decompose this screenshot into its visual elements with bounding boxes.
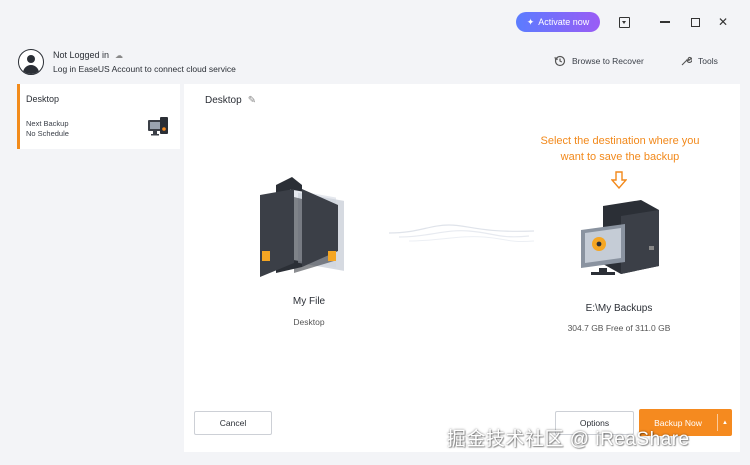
browse-to-recover-label: Browse to Recover	[572, 56, 644, 66]
destination-hint: Select the destination where you want to…	[520, 133, 720, 165]
close-button[interactable]: ✕	[714, 13, 732, 31]
watermark: 掘金技术社区 @ iReaShare	[447, 429, 690, 450]
close-icon: ✕	[717, 15, 729, 29]
sidebar-item-title: Desktop	[26, 94, 60, 104]
sidebar: Desktop Next Backup No Schedule	[14, 84, 180, 452]
maximize-icon	[690, 17, 700, 27]
destination-name: E:\My Backups	[585, 303, 653, 314]
browse-to-recover-button[interactable]: Browse to Recover	[554, 55, 644, 67]
minimize-button[interactable]	[656, 13, 674, 31]
backup-title[interactable]: Desktop ✎	[205, 95, 256, 106]
destination-hint-line2: want to save the backup	[560, 151, 680, 163]
sidebar-item-schedule: No Schedule	[26, 129, 69, 138]
activate-now-label: Activate now	[538, 17, 590, 27]
sidebar-item-next-backup: Next Backup	[26, 119, 69, 128]
account-title: Not Logged in	[53, 50, 110, 60]
edit-icon[interactable]: ✎	[248, 95, 256, 106]
computer-icon	[148, 117, 168, 136]
menu-dropdown-button[interactable]	[615, 13, 633, 31]
source-name: My File	[292, 296, 326, 307]
browse-recover-icon	[554, 55, 566, 67]
sidebar-item-desktop[interactable]: Desktop Next Backup No Schedule	[17, 84, 180, 149]
folder-icon[interactable]	[254, 177, 364, 277]
cancel-button[interactable]: Cancel	[194, 411, 272, 435]
backup-title-label: Desktop	[205, 95, 242, 106]
destination-hint-line1: Select the destination where you	[540, 135, 700, 147]
title-bar: ✦ Activate now ✕	[0, 0, 750, 44]
tools-icon	[681, 56, 692, 66]
app-window: ✦ Activate now ✕ Not Logged in ☁ Log in …	[0, 0, 750, 465]
dropdown-caret-icon[interactable]: ▲	[718, 420, 732, 426]
main-panel: Desktop ✎ Select the destination where y…	[184, 84, 740, 452]
cloud-icon: ☁	[115, 50, 124, 60]
spark-icon: ✦	[526, 16, 535, 27]
maximize-button[interactable]	[686, 13, 704, 31]
backup-flow-lines	[389, 224, 534, 242]
minimize-icon	[660, 21, 670, 23]
account-subtitle: Log in EaseUS Account to connect cloud s…	[53, 64, 236, 74]
account-area[interactable]: Not Logged in ☁ Log in EaseUS Account to…	[18, 47, 236, 77]
activate-now-button[interactable]: ✦ Activate now	[516, 12, 600, 32]
tools-button[interactable]: Tools	[680, 55, 718, 67]
menu-dropdown-icon	[618, 16, 630, 28]
pc-destination-icon[interactable]	[579, 196, 661, 276]
destination-free-space: 304.7 GB Free of 311.0 GB	[567, 323, 671, 333]
tools-label: Tools	[698, 56, 718, 66]
source-subtitle: Desktop	[293, 317, 325, 327]
down-arrow-icon	[611, 171, 627, 189]
avatar-icon	[18, 49, 44, 75]
